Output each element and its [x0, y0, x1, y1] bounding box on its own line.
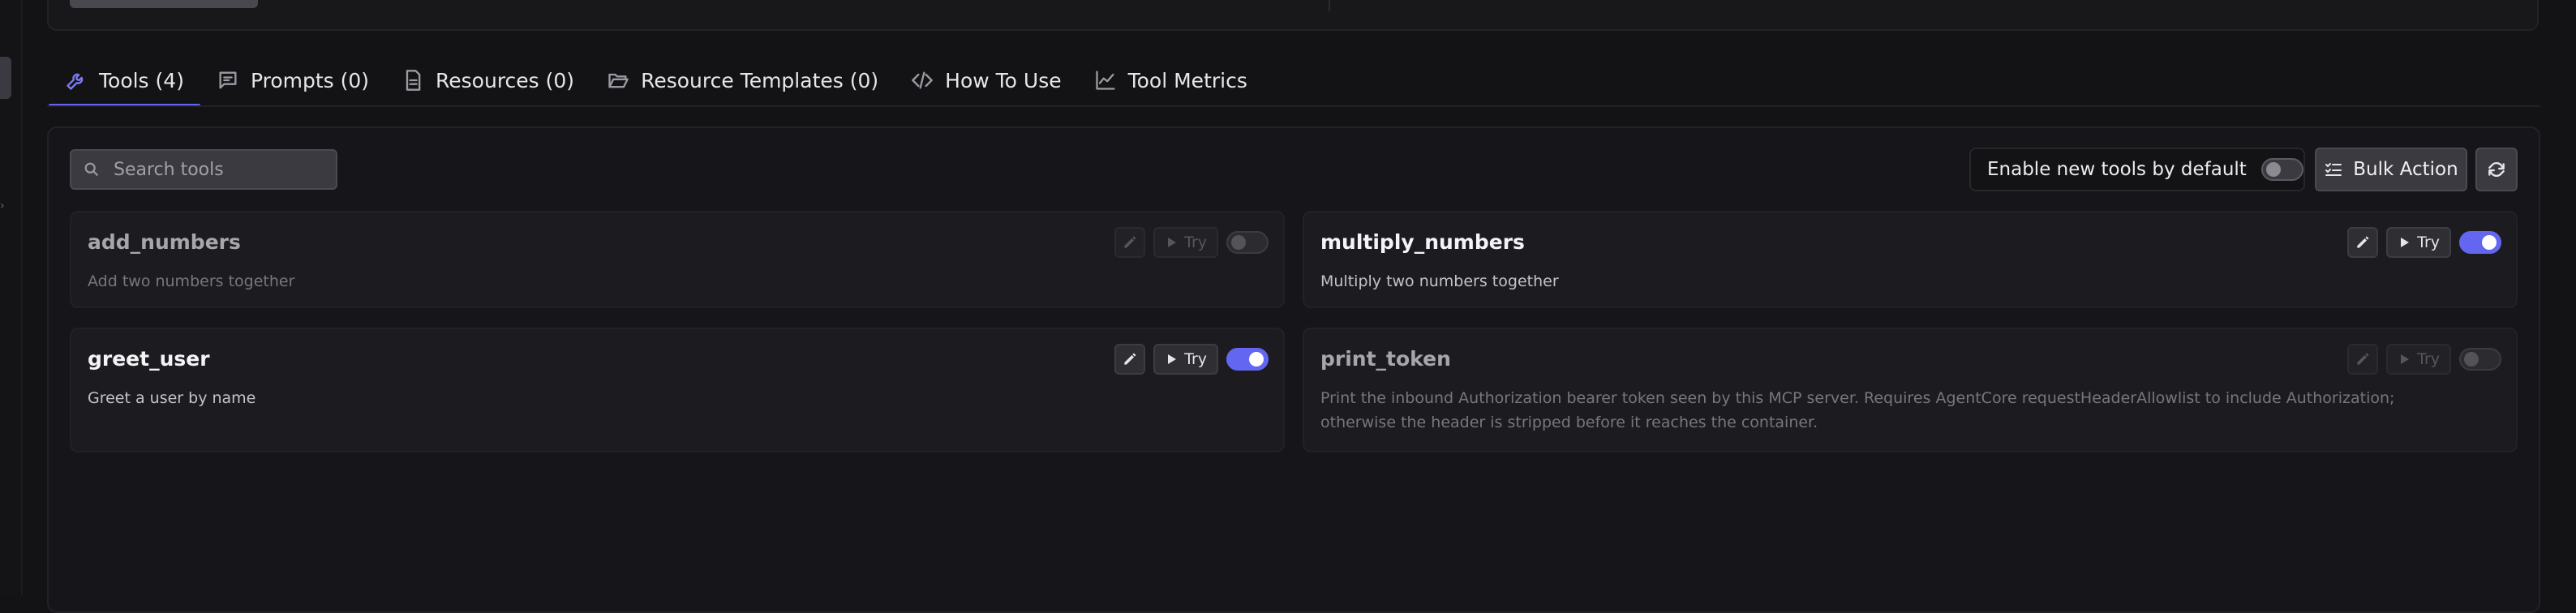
pencil-icon	[2357, 353, 2369, 365]
folder-open-icon	[608, 73, 629, 88]
pencil-icon	[2357, 236, 2369, 248]
refresh-icon	[2488, 161, 2505, 178]
try-label: Try	[1184, 350, 1207, 368]
tool-name: add_numbers	[88, 230, 241, 254]
enable-new-tools-control: Enable new tools by default	[1969, 148, 2305, 191]
tool-enabled-toggle[interactable]	[2459, 348, 2501, 371]
divider	[1329, 0, 1330, 11]
tab-label: Tool Metrics	[1127, 68, 1247, 92]
tab-resources[interactable]: Resources (0)	[385, 54, 590, 107]
play-icon	[1168, 238, 1177, 247]
search-icon	[84, 162, 99, 177]
tool-name: multiply_numbers	[1320, 230, 1525, 254]
play-icon	[1168, 354, 1177, 364]
bulk-action-button[interactable]: Bulk Action	[2315, 148, 2467, 191]
try-button[interactable]: Try	[2386, 227, 2451, 258]
tool-actions: Try	[1114, 227, 1269, 258]
list-checks-icon	[2325, 163, 2342, 176]
tool-description: Greet a user by name	[88, 389, 256, 407]
search-box	[70, 149, 337, 190]
tool-card-add-numbers: add_numbers Add two numbers together Try	[70, 211, 1285, 308]
edit-button[interactable]	[2347, 344, 2379, 375]
tool-name: greet_user	[88, 347, 210, 371]
edit-button[interactable]	[2347, 227, 2379, 258]
tool-description: Print the inbound Authorization bearer t…	[1320, 389, 2395, 431]
tool-actions: Try	[1114, 344, 1269, 375]
pencil-icon	[1124, 353, 1136, 365]
try-button[interactable]: Try	[1153, 344, 1218, 375]
tab-resource-templates[interactable]: Resource Templates (0)	[590, 54, 895, 107]
tab-label: Resources (0)	[436, 68, 575, 92]
tool-actions: Try	[2347, 344, 2501, 375]
try-label: Try	[2417, 234, 2440, 251]
wrench-icon	[67, 73, 84, 90]
enable-new-tools-label: Enable new tools by default	[1987, 159, 2247, 180]
tool-enabled-toggle[interactable]	[2459, 231, 2501, 254]
search-input[interactable]	[112, 158, 326, 181]
tab-label: Prompts (0)	[250, 68, 370, 92]
message-square-icon	[219, 71, 237, 89]
try-label: Try	[1184, 234, 1207, 251]
tool-description: Multiply two numbers together	[1320, 272, 1559, 290]
enable-new-tools-toggle[interactable]	[2260, 158, 2303, 181]
tab-tool-metrics[interactable]: Tool Metrics	[1078, 54, 1264, 107]
tab-label: Resource Templates (0)	[641, 68, 879, 92]
tab-label: Tools (4)	[99, 68, 184, 92]
tool-card-multiply-numbers: multiply_numbers Multiply two numbers to…	[1303, 211, 2518, 308]
tool-enabled-toggle[interactable]	[1226, 348, 1269, 371]
tool-description: Add two numbers together	[88, 272, 295, 290]
pencil-icon	[1124, 236, 1136, 248]
code-icon	[912, 71, 933, 89]
bulk-action-label: Bulk Action	[2353, 159, 2458, 180]
tool-name: print_token	[1320, 347, 1451, 371]
tab-bar-underline	[47, 105, 2540, 107]
play-icon	[2401, 354, 2410, 364]
server-action-button[interactable]	[70, 0, 258, 8]
try-button[interactable]: Try	[2386, 344, 2451, 375]
tool-enabled-toggle[interactable]	[1226, 231, 1269, 254]
file-icon	[406, 70, 421, 91]
tab-tools[interactable]: Tools (4)	[49, 54, 200, 107]
sidebar-collapse-handle[interactable]	[0, 57, 11, 99]
tool-card-greet-user: greet_user Greet a user by name Try	[70, 328, 1285, 452]
try-button[interactable]: Try	[1153, 227, 1218, 258]
chevron-right-icon: ›	[0, 199, 5, 212]
refresh-button[interactable]	[2475, 148, 2518, 191]
tool-actions: Try	[2347, 227, 2501, 258]
tab-bar: Tools (4) Prompts (0) Resources (0) Reso…	[49, 54, 1264, 107]
server-info-card	[47, 0, 2539, 31]
tool-card-print-token: print_token Print the inbound Authorizat…	[1303, 328, 2518, 452]
tab-prompts[interactable]: Prompts (0)	[200, 54, 385, 107]
tab-label: How To Use	[945, 68, 1062, 92]
edit-button[interactable]	[1114, 227, 1146, 258]
try-label: Try	[2417, 350, 2440, 368]
edit-button[interactable]	[1114, 344, 1146, 375]
play-icon	[2401, 238, 2410, 247]
line-chart-icon	[1095, 71, 1115, 90]
tab-how-to-use[interactable]: How To Use	[895, 54, 1077, 107]
